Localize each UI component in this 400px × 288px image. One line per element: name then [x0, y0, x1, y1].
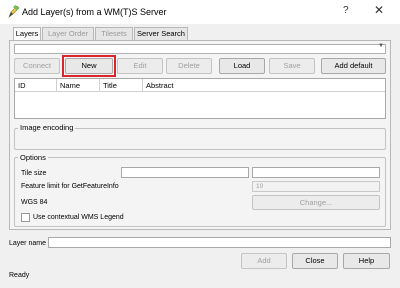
feature-limit-input[interactable]: 10: [252, 181, 380, 192]
change-crs-button[interactable]: Change...: [252, 195, 380, 210]
add-button[interactable]: Add: [241, 253, 287, 269]
save-button[interactable]: Save: [269, 58, 315, 74]
crs-label: WGS 84: [21, 199, 48, 206]
qgis-pencil-icon: [8, 4, 20, 18]
tile-height-input[interactable]: [252, 167, 380, 178]
layers-table[interactable]: ID Name Title Abstract: [14, 78, 386, 119]
tab-layer-order[interactable]: Layer Order: [42, 27, 94, 40]
close-icon[interactable]: ✕: [374, 3, 384, 17]
image-encoding-title: Image encoding: [18, 123, 76, 132]
new-button-highlight: [62, 55, 116, 77]
options-title: Options: [18, 153, 48, 162]
feature-limit-label: Feature limit for GetFeatureInfo: [21, 183, 119, 190]
column-header-abstract[interactable]: Abstract: [143, 79, 385, 92]
tab-server-search[interactable]: Server Search: [134, 27, 188, 40]
edit-button[interactable]: Edit: [117, 58, 163, 74]
load-button[interactable]: Load: [219, 58, 265, 74]
window-title: Add Layer(s) from a WM(T)S Server: [22, 7, 167, 17]
connection-combobox[interactable]: ▼: [14, 43, 386, 54]
title-bar: Add Layer(s) from a WM(T)S Server ? ✕: [0, 0, 400, 24]
help-button[interactable]: Help: [343, 253, 390, 269]
add-default-servers-button[interactable]: Add default servers: [321, 58, 386, 84]
contextual-legend-checkbox[interactable]: [21, 213, 30, 222]
layer-name-label: Layer name: [9, 240, 46, 247]
column-header-name[interactable]: Name: [57, 79, 100, 92]
contextual-legend-label: Use contextual WMS Legend: [33, 214, 124, 221]
close-button[interactable]: Close: [292, 253, 338, 269]
status-text: Ready: [9, 272, 30, 279]
tile-size-label: Tile size: [21, 170, 47, 177]
tab-layers[interactable]: Layers: [13, 27, 41, 41]
column-header-title[interactable]: Title: [100, 79, 143, 92]
tile-width-input[interactable]: [121, 167, 249, 178]
chevron-down-icon: ▼: [378, 43, 384, 49]
connect-button[interactable]: Connect: [14, 58, 60, 74]
help-icon[interactable]: ?: [343, 5, 349, 16]
layer-name-input[interactable]: [48, 237, 391, 248]
delete-button[interactable]: Delete: [166, 58, 212, 74]
column-header-id[interactable]: ID: [15, 79, 57, 92]
tab-tilesets[interactable]: Tilesets: [95, 27, 133, 40]
